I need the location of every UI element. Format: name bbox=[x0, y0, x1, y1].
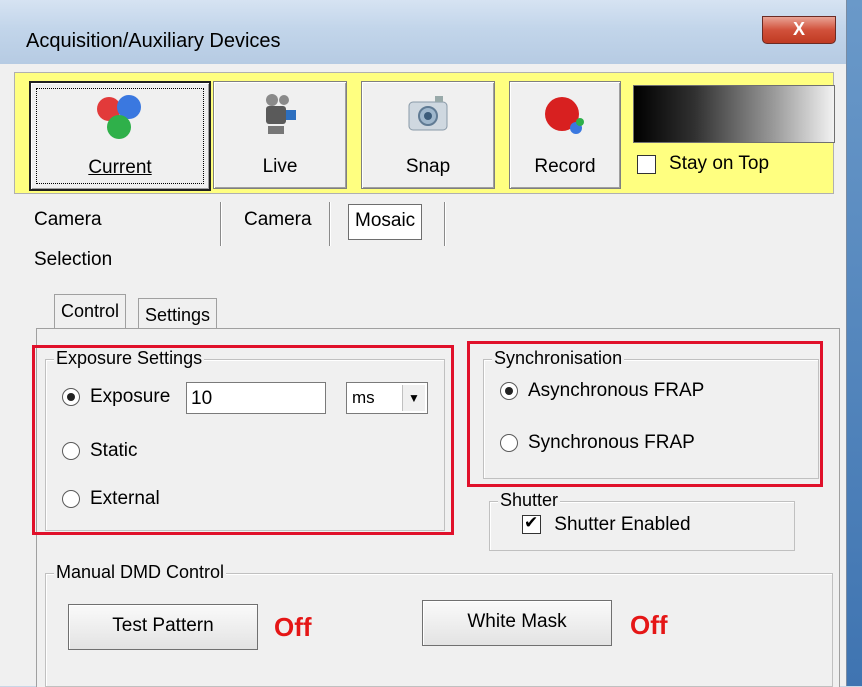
tab-camera[interactable]: Camera bbox=[244, 200, 312, 246]
shutter-enabled-checkbox[interactable] bbox=[522, 513, 541, 535]
live-button[interactable]: Live bbox=[213, 81, 347, 189]
video-camera-icon bbox=[266, 94, 296, 134]
stay-on-top-checkbox[interactable] bbox=[637, 154, 656, 174]
stay-on-top-option[interactable]: Stay on Top bbox=[637, 153, 769, 175]
manual-dmd-control-group: Manual DMD Control Test Pattern Off Whit… bbox=[45, 562, 833, 687]
window-title: Acquisition/Auxiliary Devices bbox=[26, 30, 281, 52]
tab-camera-selection[interactable]: Camera Selection bbox=[34, 200, 112, 270]
record-button-label: Record bbox=[534, 156, 596, 177]
stay-on-top-label: Stay on Top bbox=[669, 153, 770, 174]
close-button[interactable]: X bbox=[762, 16, 836, 44]
rgb-balls-icon bbox=[97, 95, 141, 139]
record-button[interactable]: Record bbox=[509, 81, 621, 189]
close-icon: X bbox=[792, 19, 805, 39]
snap-button-label: Snap bbox=[405, 156, 451, 177]
control-pane: Exposure Settings Exposure 10 ms ▼ Stati… bbox=[32, 328, 840, 687]
tab-separator bbox=[329, 202, 330, 246]
shutter-enabled-option[interactable]: Shutter Enabled bbox=[522, 513, 691, 536]
shutter-title: Shutter bbox=[498, 490, 561, 511]
tab-control[interactable]: Control bbox=[54, 294, 127, 329]
test-pattern-button[interactable]: Test Pattern bbox=[68, 604, 258, 650]
white-mask-button[interactable]: White Mask bbox=[422, 600, 612, 646]
exposure-highlight-box bbox=[32, 345, 454, 535]
tab-separator bbox=[220, 202, 221, 246]
current-button-label: Current bbox=[88, 157, 152, 178]
acquisition-window: Acquisition/Auxiliary Devices X Current bbox=[0, 0, 847, 687]
snap-button[interactable]: Snap bbox=[361, 81, 495, 189]
current-button[interactable]: Current bbox=[29, 81, 211, 191]
shutter-group: Shutter Shutter Enabled bbox=[489, 490, 795, 551]
intensity-gradient-bar bbox=[633, 85, 835, 143]
test-pattern-state: Off bbox=[274, 612, 312, 642]
title-bar[interactable]: Acquisition/Auxiliary Devices X bbox=[0, 0, 846, 64]
tab-mosaic[interactable]: Mosaic bbox=[348, 204, 423, 240]
acquisition-toolbar: Current Live Snap Record Stay on Top bbox=[14, 72, 835, 194]
shutter-enabled-label: Shutter Enabled bbox=[554, 514, 691, 535]
mosaic-panel: Control Settings Exposure Settings Expos… bbox=[24, 286, 844, 687]
manual-dmd-control-title: Manual DMD Control bbox=[54, 562, 227, 583]
synchronisation-highlight-box bbox=[467, 341, 823, 487]
tab-separator bbox=[444, 202, 445, 246]
white-mask-state: Off bbox=[630, 610, 668, 640]
photo-camera-icon bbox=[408, 96, 448, 131]
live-button-label: Live bbox=[262, 156, 298, 177]
record-icon bbox=[545, 97, 584, 134]
